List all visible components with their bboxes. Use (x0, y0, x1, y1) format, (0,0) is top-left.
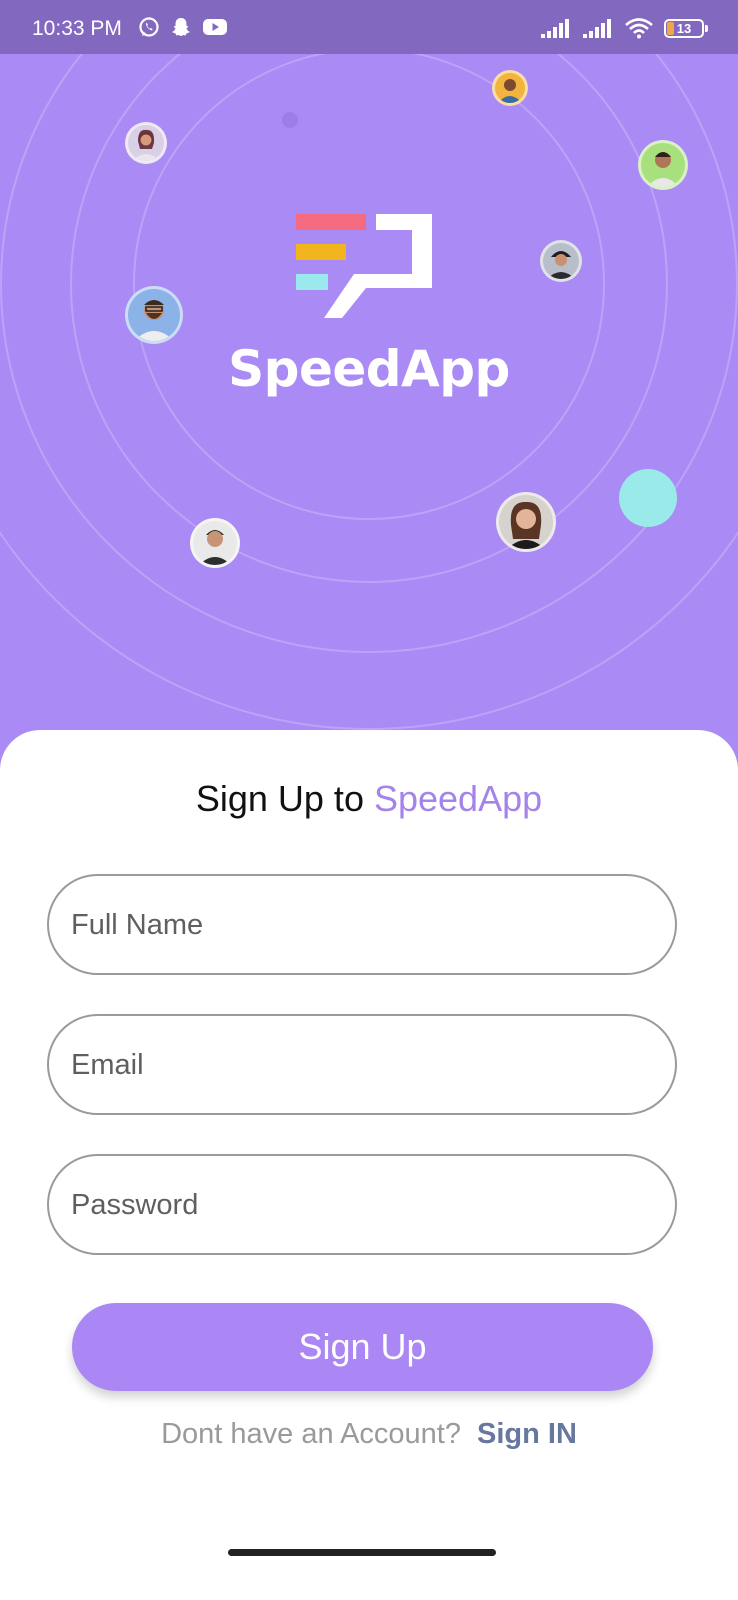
sign-up-button[interactable]: Sign Up (72, 1303, 653, 1391)
signal-icon (583, 19, 611, 38)
title-prefix: Sign Up to (195, 778, 364, 819)
email-input[interactable] (69, 1016, 653, 1115)
speedapp-logo-icon (296, 214, 432, 318)
whatsapp-icon (139, 17, 159, 37)
brand-name: SpeedApp (228, 340, 510, 398)
avatar (492, 70, 528, 106)
avatar (496, 492, 556, 552)
footer-prompt: Dont have an Account? (161, 1418, 461, 1450)
email-field[interactable] (47, 1014, 677, 1115)
battery-level: 13 (676, 20, 692, 36)
page-title: Sign Up to SpeedApp (0, 778, 738, 820)
password-input[interactable] (69, 1156, 653, 1255)
home-indicator[interactable] (228, 1549, 496, 1556)
full-name-input[interactable] (69, 876, 653, 975)
decor-dot (282, 112, 298, 128)
status-app-icons (138, 14, 228, 40)
status-time: 10:33 PM (32, 17, 122, 40)
status-right: 13 (540, 15, 708, 41)
sign-in-link[interactable]: Sign IN (477, 1418, 577, 1450)
battery-icon: 13 (664, 18, 708, 38)
avatar (125, 286, 183, 344)
wifi-icon (625, 18, 653, 39)
signin-prompt: Dont have an Account? Sign IN (0, 1418, 738, 1451)
youtube-icon (203, 19, 227, 35)
avatar (638, 140, 688, 190)
status-bar: 10:33 PM 13 (0, 0, 738, 54)
full-name-field[interactable] (47, 874, 677, 975)
snapchat-icon (172, 18, 190, 36)
decor-dot (619, 469, 677, 527)
title-accent: SpeedApp (373, 778, 543, 819)
orbit-rings (0, 54, 738, 730)
avatar (125, 122, 167, 164)
password-field[interactable] (47, 1154, 677, 1255)
signal-icon (541, 19, 569, 38)
hero-banner: SpeedApp (0, 54, 738, 794)
avatar (540, 240, 582, 282)
avatar (190, 518, 240, 568)
